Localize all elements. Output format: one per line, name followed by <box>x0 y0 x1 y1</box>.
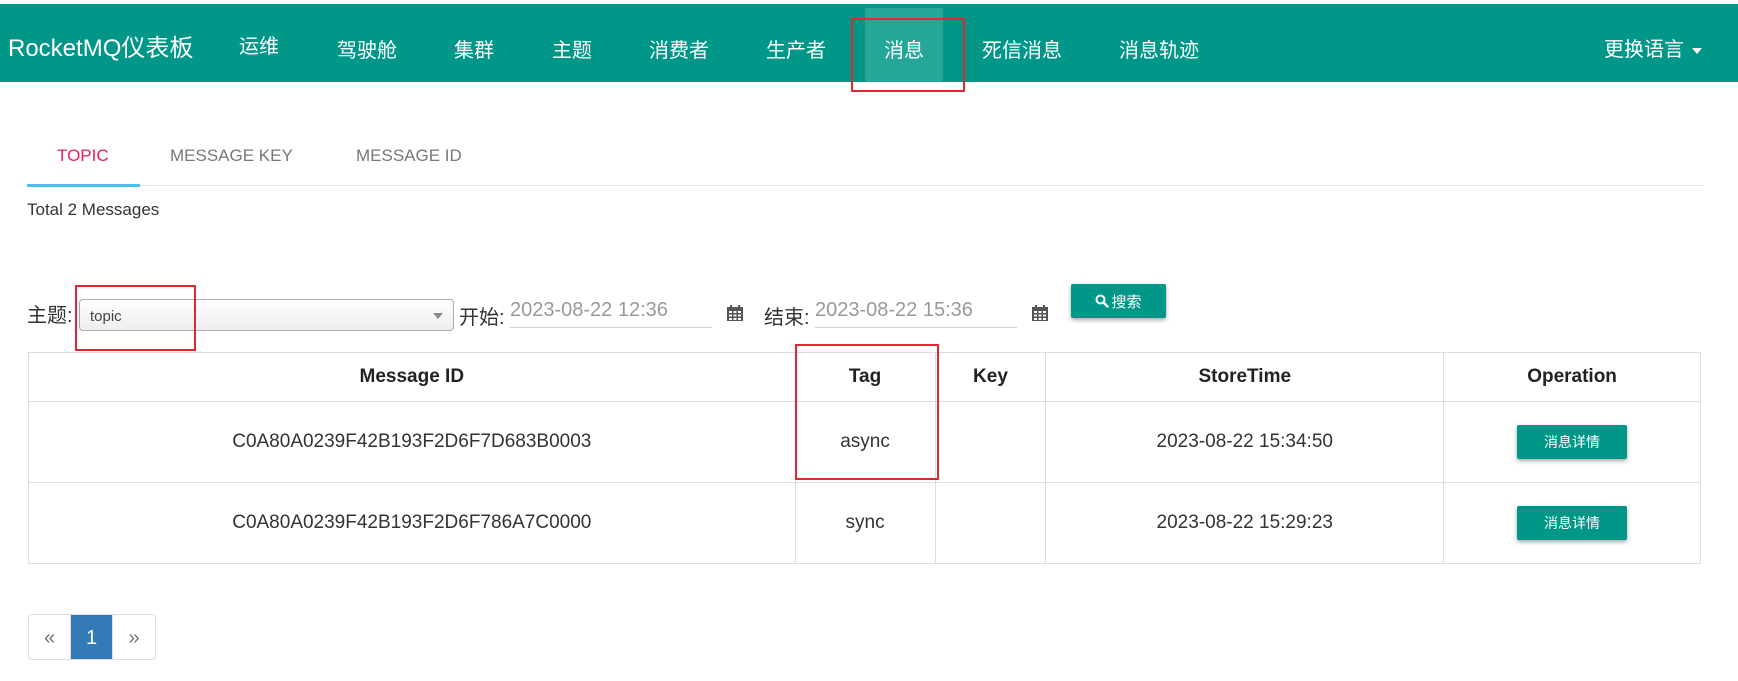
header-store-time: StoreTime <box>1045 352 1445 402</box>
store-time-cell: 2023-08-22 15:34:50 <box>1045 401 1445 483</box>
nav-item-producer[interactable]: 生产者 <box>766 34 826 63</box>
nav-item-message-trace[interactable]: 消息轨迹 <box>1119 34 1199 63</box>
search-icon <box>1095 294 1110 308</box>
end-label: 结束: <box>764 307 810 329</box>
key-cell <box>934 401 1047 483</box>
language-dropdown[interactable]: 更换语言 <box>1604 33 1702 62</box>
message-detail-button[interactable]: 消息详情 <box>1517 425 1628 459</box>
operation-cell: 消息详情 <box>1443 482 1701 564</box>
table-row: C0A80A0239F42B193F2D6F786A7C0000 sync 20… <box>28 482 1701 564</box>
header-tag: Tag <box>794 352 936 402</box>
top-navbar: RocketMQ仪表板 运维 驾驶舱 集群 主题 消费者 生产者 消息 死信消息… <box>0 4 1738 86</box>
nav-item-ops[interactable]: 运维 <box>239 30 279 59</box>
start-label: 开始: <box>459 307 505 329</box>
header-key: Key <box>934 352 1047 402</box>
nav-item-message[interactable]: 消息 <box>884 34 924 63</box>
tag-cell: sync <box>794 482 936 564</box>
message-id-cell: C0A80A0239F42B193F2D6F7D683B0003 <box>28 401 796 483</box>
nav-item-cluster[interactable]: 集群 <box>454 34 494 63</box>
pagination-next[interactable]: » <box>113 615 155 659</box>
table-header-row: Message ID Tag Key StoreTime Operation <box>28 352 1701 402</box>
message-detail-button[interactable]: 消息详情 <box>1517 506 1628 540</box>
header-operation: Operation <box>1443 352 1701 402</box>
operation-cell: 消息详情 <box>1443 401 1701 483</box>
calendar-icon[interactable] <box>726 305 744 322</box>
tab-topic[interactable]: TOPIC <box>57 146 109 166</box>
nav-item-topic[interactable]: 主题 <box>552 34 592 63</box>
key-cell <box>934 482 1047 564</box>
language-label: 更换语言 <box>1604 39 1684 61</box>
table-row: C0A80A0239F42B193F2D6F7D683B0003 async 2… <box>28 401 1701 483</box>
message-id-cell: C0A80A0239F42B193F2D6F786A7C0000 <box>28 482 796 564</box>
header-message-id: Message ID <box>28 352 796 402</box>
start-time-input[interactable] <box>510 294 712 328</box>
total-messages: Total 2 Messages <box>27 200 160 219</box>
tag-cell: async <box>794 401 936 483</box>
pagination: « 1 » <box>28 614 156 660</box>
topic-label: 主题: <box>27 305 73 327</box>
tab-message-id[interactable]: MESSAGE ID <box>356 146 462 166</box>
nav-item-dashboard[interactable]: 驾驶舱 <box>337 34 397 63</box>
search-button-label: 搜索 <box>1111 293 1142 311</box>
topic-select-value: topic <box>90 308 122 325</box>
pagination-page[interactable]: 1 <box>71 615 113 659</box>
tab-message-key[interactable]: MESSAGE KEY <box>170 146 293 166</box>
nav-item-consumer[interactable]: 消费者 <box>649 34 709 63</box>
active-tab-indicator <box>27 184 140 187</box>
brand-logo[interactable]: RocketMQ仪表板 <box>8 28 193 63</box>
store-time-cell: 2023-08-22 15:29:23 <box>1045 482 1445 564</box>
calendar-icon[interactable] <box>1031 305 1049 322</box>
message-query-tabs: TOPIC MESSAGE KEY MESSAGE ID <box>27 128 1704 187</box>
dropdown-arrow-icon <box>433 313 443 319</box>
nav-item-dlq-message[interactable]: 死信消息 <box>982 34 1062 63</box>
messages-table: Message ID Tag Key StoreTime Operation C… <box>28 352 1701 564</box>
caret-down-icon <box>1692 47 1702 54</box>
search-button[interactable]: 搜索 <box>1071 284 1166 318</box>
end-time-input[interactable] <box>815 294 1017 328</box>
topic-select[interactable]: topic <box>79 299 454 331</box>
pagination-prev[interactable]: « <box>29 615 71 659</box>
